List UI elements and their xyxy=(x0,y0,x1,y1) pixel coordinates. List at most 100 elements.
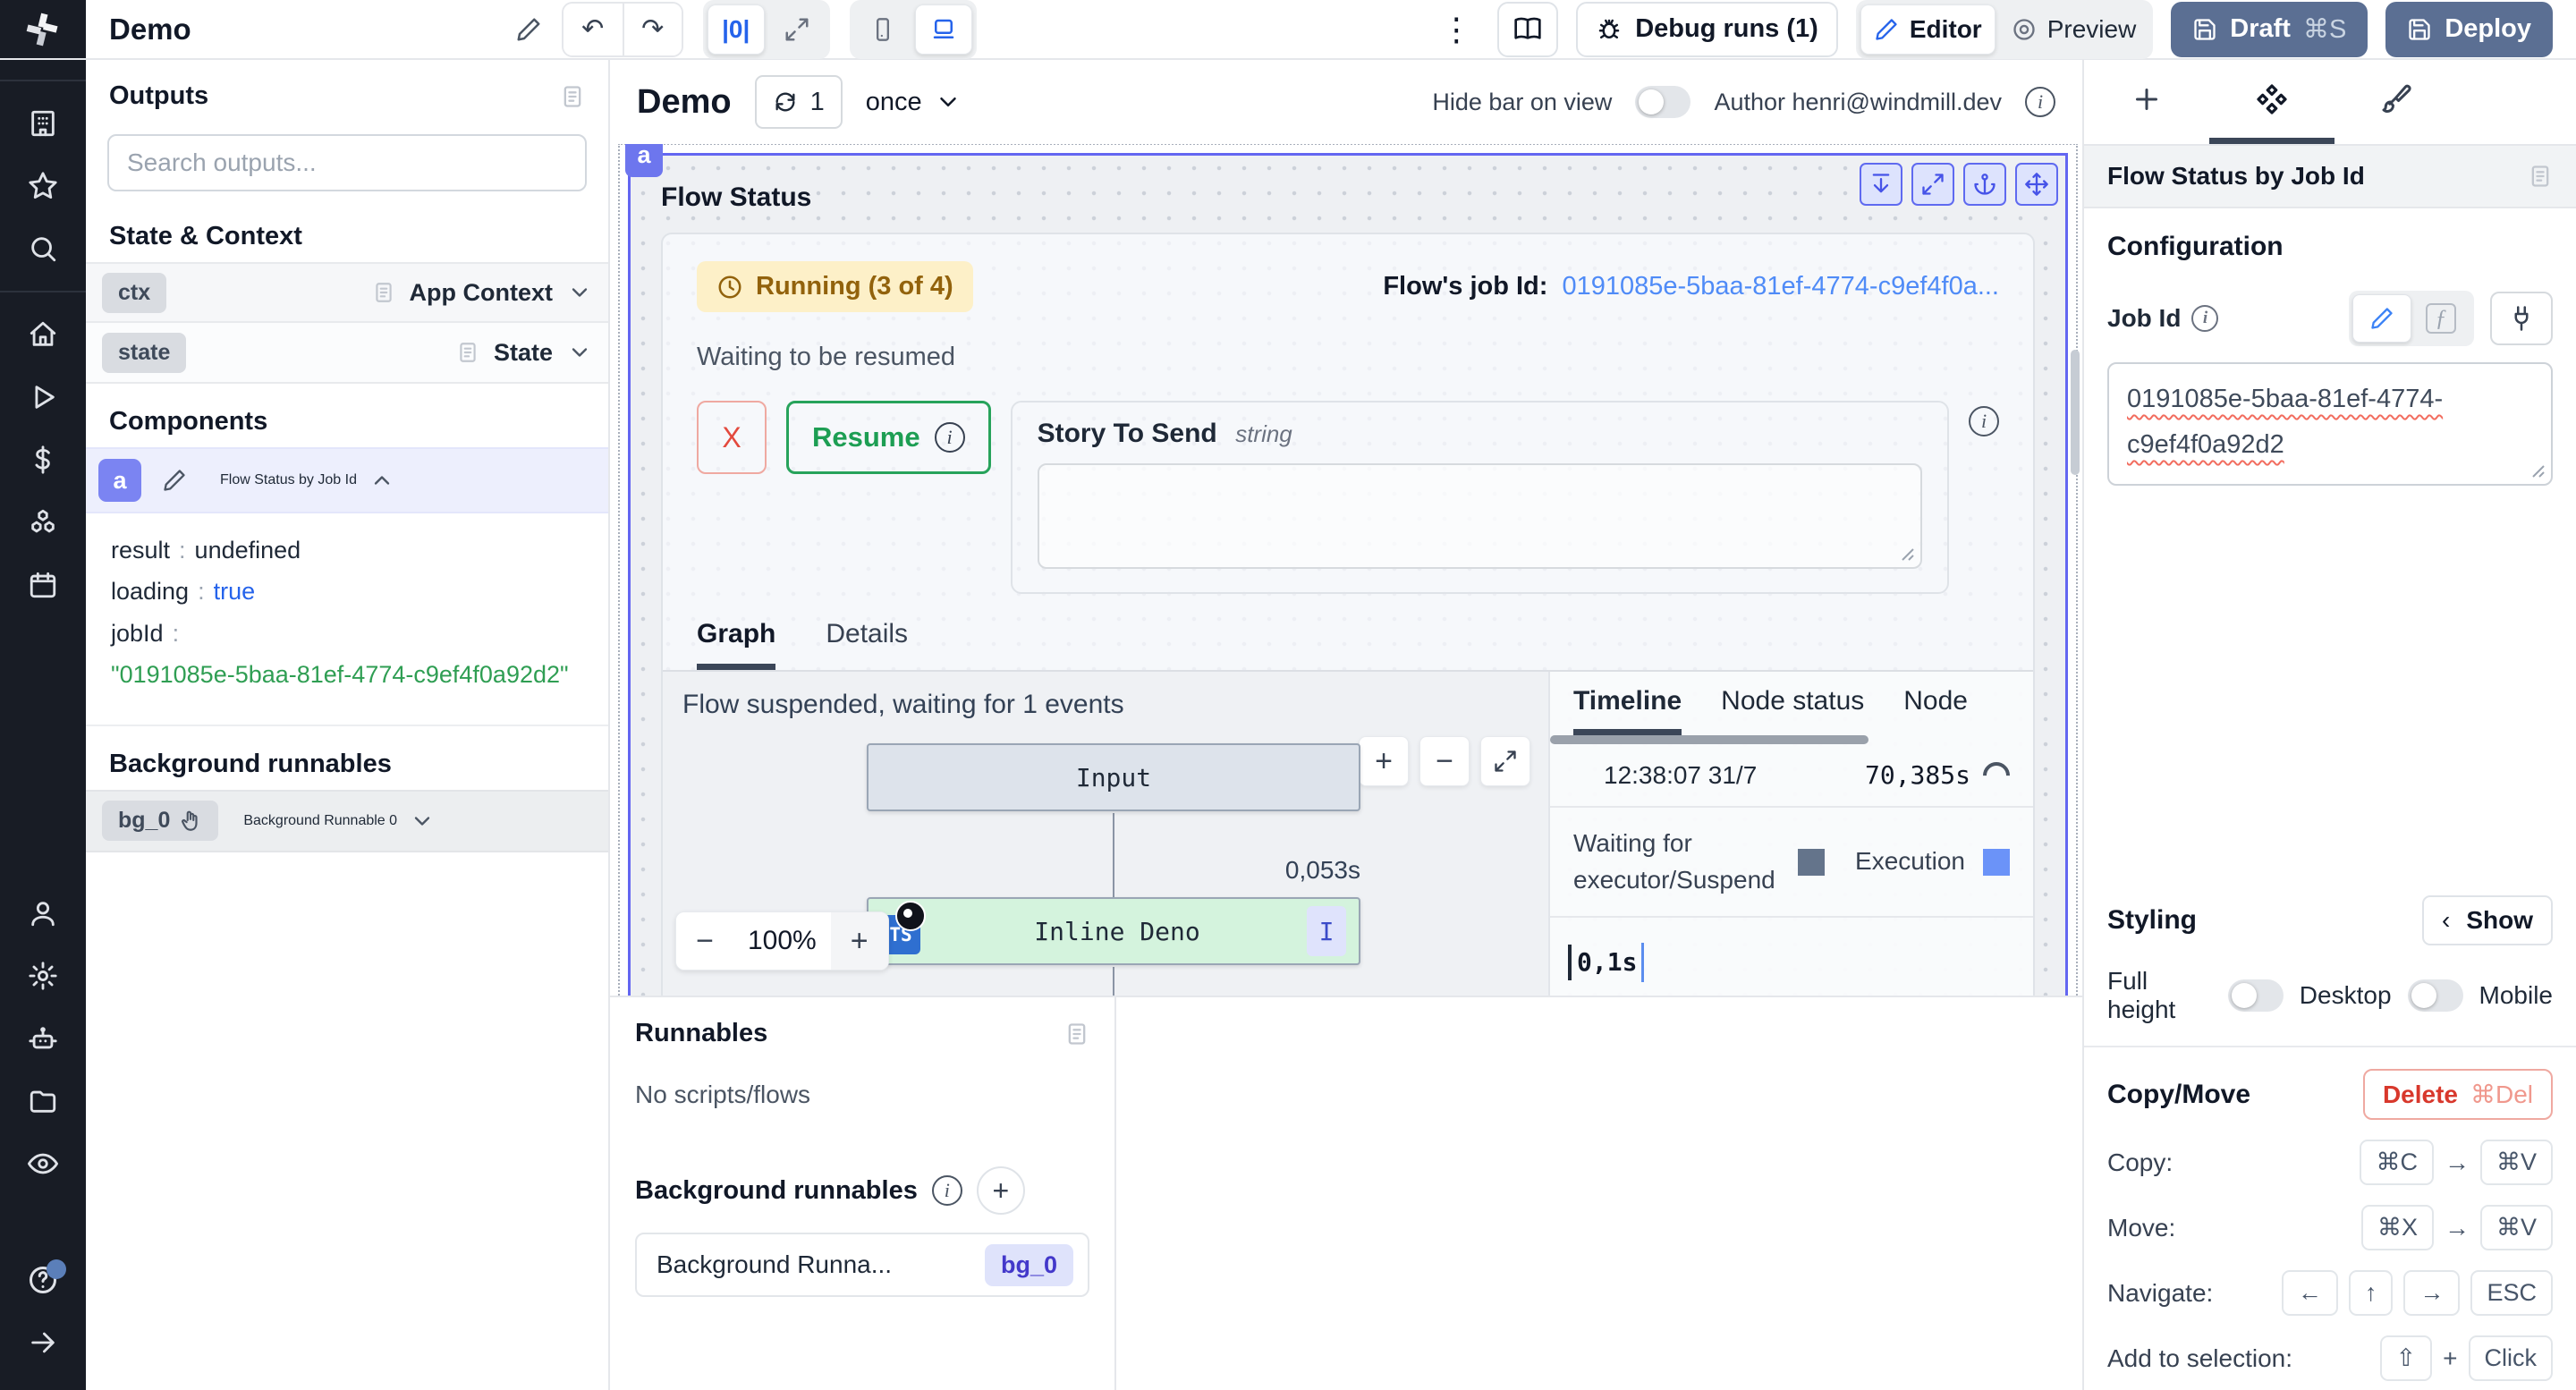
chevron-up-icon[interactable] xyxy=(369,468,394,493)
sidebar-item-schedules[interactable] xyxy=(0,554,86,616)
desktop-view-button[interactable] xyxy=(915,4,972,55)
info-icon[interactable]: i xyxy=(2025,87,2055,117)
flow-job-id-link[interactable]: 0191085e-5baa-81ef-4774-c9ef4f0a... xyxy=(1562,272,1999,301)
tab-insert-component[interactable] xyxy=(2084,60,2209,144)
docs-icon[interactable] xyxy=(560,84,585,109)
story-textarea[interactable] xyxy=(1038,463,1922,569)
windmill-logo[interactable] xyxy=(0,0,86,58)
rename-app-button[interactable] xyxy=(515,16,542,43)
docs-icon[interactable] xyxy=(2528,164,2553,189)
help-button[interactable] xyxy=(0,1249,86,1311)
kbd-arrow-left: ← xyxy=(2282,1270,2338,1316)
canvas-body[interactable]: a xyxy=(610,144,2082,996)
flow-node-input[interactable]: Input xyxy=(867,743,1360,811)
deploy-button[interactable]: Deploy xyxy=(2385,2,2553,57)
undo-button[interactable]: ↶ xyxy=(564,4,623,55)
tab-styling[interactable] xyxy=(2334,60,2460,144)
graph-zoom-in-button[interactable]: + xyxy=(1359,736,1409,786)
expand-sidebar-button[interactable] xyxy=(0,1311,86,1374)
more-menu-button[interactable]: ⋮ xyxy=(1433,11,1479,48)
resize-handle-icon[interactable] xyxy=(2526,459,2546,479)
search-icon xyxy=(28,233,58,264)
draft-button[interactable]: Draft ⌘S xyxy=(2171,2,2368,57)
state-row[interactable]: state State xyxy=(86,323,608,384)
mobile-label: Mobile xyxy=(2479,981,2553,1010)
sidebar-item-resources[interactable] xyxy=(0,491,86,554)
preview-tab[interactable]: Preview xyxy=(1999,4,2149,55)
fill-height-button[interactable] xyxy=(1860,163,1902,206)
anchor-component-button[interactable] xyxy=(1963,163,2006,206)
desktop-toggle[interactable] xyxy=(2408,979,2463,1012)
ctx-row[interactable]: ctx App Context xyxy=(86,262,608,323)
component-a-row[interactable]: a Flow Status by Job Id xyxy=(86,447,608,513)
prop-result[interactable]: result:undefined xyxy=(111,530,583,571)
resume-flow-button[interactable]: Resume i xyxy=(786,401,991,474)
sidebar-item-users[interactable] xyxy=(0,882,86,945)
graph-fullscreen-button[interactable] xyxy=(1480,736,1530,786)
delete-component-button[interactable]: Delete ⌘Del xyxy=(2363,1069,2553,1120)
tab-timeline[interactable]: Timeline xyxy=(1573,686,1682,735)
chevron-down-icon[interactable] xyxy=(567,280,592,305)
sidebar-item-favorites[interactable] xyxy=(0,155,86,217)
tab-component-settings[interactable] xyxy=(2209,60,2334,144)
resize-handle-icon[interactable] xyxy=(1895,542,1915,562)
static-input-mode-button[interactable] xyxy=(2352,294,2411,343)
editor-tab[interactable]: Editor xyxy=(1860,4,1996,55)
sidebar-item-workspace[interactable] xyxy=(0,92,86,155)
prop-loading[interactable]: loading:true xyxy=(111,571,583,612)
sidebar-item-home[interactable] xyxy=(0,303,86,366)
connect-input-button[interactable] xyxy=(2490,292,2553,345)
flow-node-inline-deno[interactable]: TS Inline Deno I xyxy=(867,897,1360,965)
fullwidth-layout-button[interactable] xyxy=(768,4,826,55)
zoom-in-button[interactable]: + xyxy=(831,912,888,970)
add-selection-label: Add to selection: xyxy=(2107,1344,2292,1373)
tab-node-status[interactable]: Node status xyxy=(1721,686,1864,735)
search-outputs-input[interactable] xyxy=(107,134,587,191)
info-icon[interactable]: i xyxy=(932,1175,962,1206)
center-layout-button[interactable]: |0| xyxy=(708,4,765,55)
expand-component-button[interactable] xyxy=(1911,163,1954,206)
background-runnable-item[interactable]: Background Runna... bg_0 xyxy=(635,1233,1089,1297)
full-height-toggle[interactable] xyxy=(2228,979,2284,1012)
hscroll-thumb[interactable] xyxy=(1550,735,1868,744)
edit-component-id-button[interactable] xyxy=(154,460,195,501)
add-background-runnable-button[interactable]: + xyxy=(977,1166,1025,1215)
info-icon[interactable]: i xyxy=(2191,305,2218,332)
cancel-flow-button[interactable]: X xyxy=(697,401,767,474)
sidebar-item-folders[interactable] xyxy=(0,1070,86,1132)
show-styling-button[interactable]: ‹ Show xyxy=(2422,895,2553,945)
docs-button[interactable] xyxy=(1497,2,1558,57)
sidebar-item-variables[interactable] xyxy=(0,428,86,491)
timeline-hscrollbar[interactable] xyxy=(1550,735,2033,744)
redo-button[interactable]: ↷ xyxy=(623,4,682,55)
chevron-down-icon[interactable] xyxy=(410,809,435,834)
refresh-count-button[interactable]: 1 xyxy=(755,75,843,129)
zoom-out-button[interactable]: − xyxy=(676,912,733,970)
tab-details[interactable]: Details xyxy=(826,619,908,670)
job-id-textarea[interactable]: 0191085e-5baa-81ef-4774- c9ef4f0a92d2 xyxy=(2107,362,2553,486)
tab-node-truncated[interactable]: Node xyxy=(1903,686,1968,735)
flow-status-component[interactable]: a xyxy=(628,153,2068,996)
flow-graph-area[interactable]: Flow suspended, waiting for 1 events + − xyxy=(663,672,1550,996)
info-icon[interactable]: i xyxy=(1969,406,1999,436)
debug-runs-button[interactable]: Debug runs (1) xyxy=(1576,2,1838,57)
sidebar-item-audit-logs[interactable] xyxy=(0,1132,86,1195)
sidebar-item-settings[interactable] xyxy=(0,945,86,1007)
prop-jobid[interactable]: jobId:"0191085e-5baa-81ef-4774-c9ef4f0a9… xyxy=(111,613,583,696)
schedule-select[interactable]: once xyxy=(866,88,962,117)
sidebar-item-search[interactable] xyxy=(0,217,86,280)
story-to-send-field: Story To Send string xyxy=(1011,401,1949,594)
hide-bar-toggle[interactable] xyxy=(1635,86,1690,118)
background-runnable-row[interactable]: bg_0 Background Runnable 0 xyxy=(86,790,608,852)
move-component-button[interactable] xyxy=(2015,163,2058,206)
component-tag[interactable]: a xyxy=(625,144,663,177)
canvas-vscrollbar-thumb[interactable] xyxy=(2071,350,2080,475)
mobile-view-button[interactable] xyxy=(854,4,911,55)
expression-input-mode-button[interactable]: ƒ xyxy=(2411,294,2470,343)
tab-graph[interactable]: Graph xyxy=(697,619,775,670)
sidebar-item-workers[interactable] xyxy=(0,1007,86,1070)
graph-zoom-out-button[interactable]: − xyxy=(1419,736,1470,786)
sidebar-item-runs[interactable] xyxy=(0,366,86,428)
chevron-down-icon[interactable] xyxy=(567,340,592,365)
docs-icon[interactable] xyxy=(1064,1021,1089,1047)
